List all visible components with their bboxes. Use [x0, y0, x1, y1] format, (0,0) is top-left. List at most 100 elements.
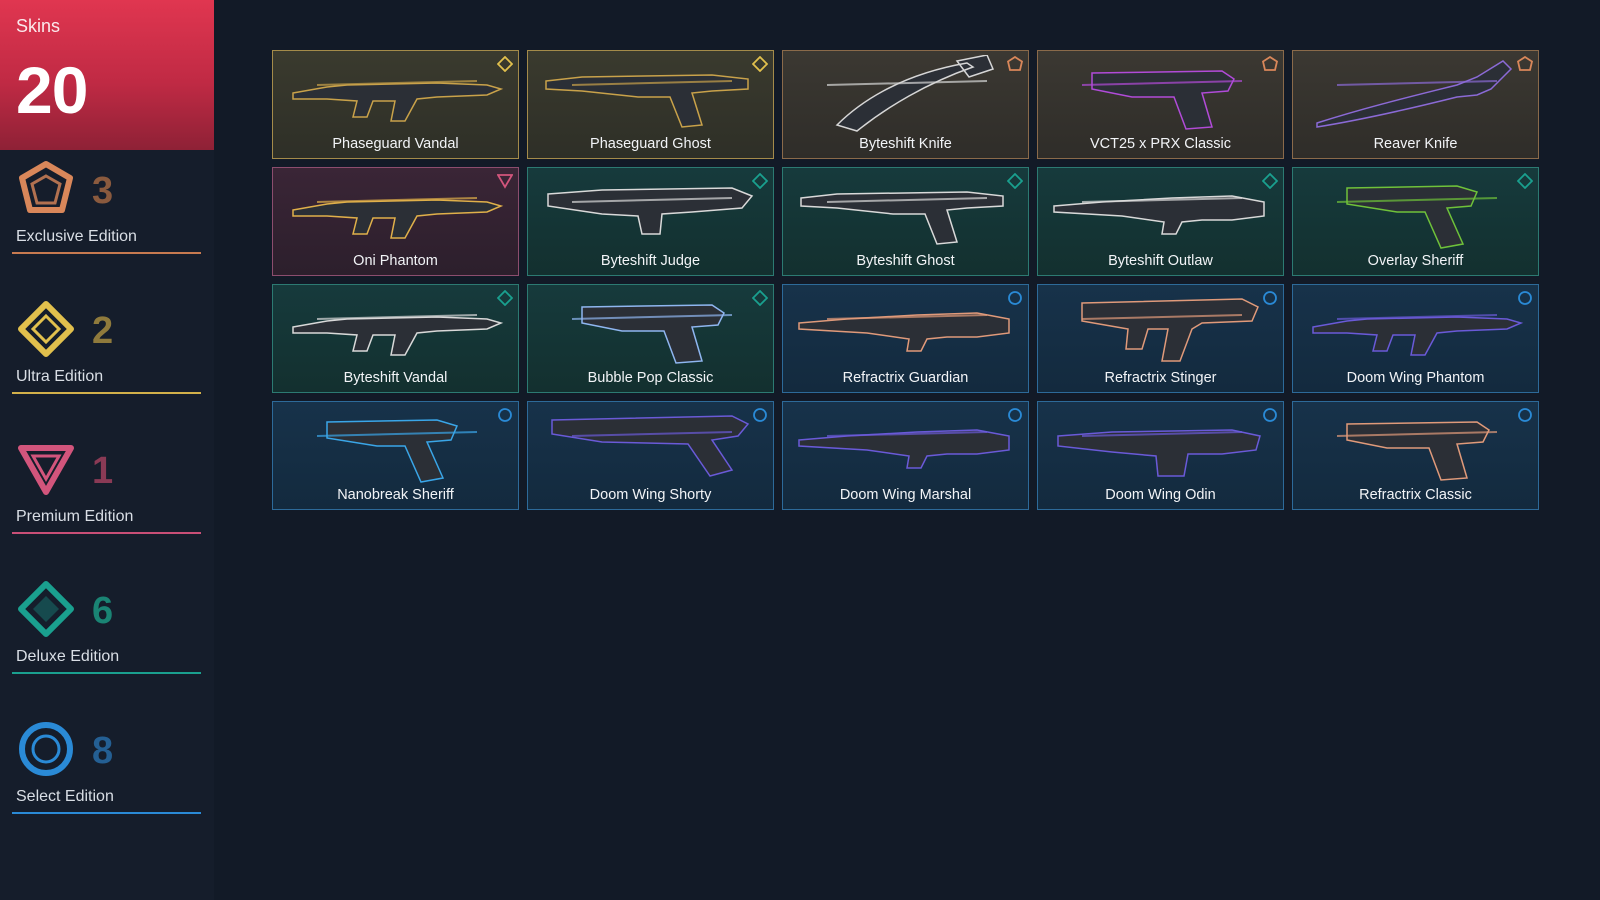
skin-name: Refractrix Classic	[1359, 487, 1472, 503]
skin-card[interactable]: Phaseguard Vandal	[272, 50, 519, 159]
weapon-image	[292, 80, 504, 122]
deluxe-edition-icon	[1007, 173, 1023, 189]
select-edition-icon	[1263, 408, 1277, 422]
skin-name: Reaver Knife	[1373, 136, 1458, 152]
skin-card[interactable]: Oni Phantom	[272, 167, 519, 276]
deluxe-edition-icon	[752, 290, 768, 306]
weapon-image	[1057, 429, 1261, 477]
tier-divider	[12, 392, 201, 394]
skin-card[interactable]: Doom Wing Shorty	[527, 401, 774, 510]
weapon-image	[292, 197, 504, 239]
ultra-edition-icon	[18, 301, 74, 357]
tier-divider	[12, 672, 201, 674]
weapon-image	[292, 314, 504, 356]
skin-card[interactable]: Refractrix Stinger	[1037, 284, 1284, 393]
weapon-image	[1312, 314, 1524, 356]
tier-count: 2	[92, 310, 114, 352]
weapon-image	[545, 74, 749, 128]
select-edition-icon	[1518, 408, 1532, 422]
deluxe-edition-icon	[1262, 173, 1278, 189]
skin-name: Byteshift Judge	[600, 253, 701, 269]
tier-count: 1	[92, 450, 114, 492]
weapon-image	[1053, 195, 1265, 235]
skin-name: Oni Phantom	[353, 253, 438, 269]
skin-card[interactable]: Refractrix Classic	[1292, 401, 1539, 510]
tier-label: Premium Edition	[16, 508, 134, 525]
weapon-image	[571, 304, 733, 364]
exclusive-edition-icon	[1517, 56, 1533, 71]
deluxe-edition-icon	[1517, 173, 1533, 189]
exclusive-edition-icon	[1262, 56, 1278, 71]
weapon-image	[1336, 185, 1498, 249]
select-edition-icon	[1008, 408, 1022, 422]
tier-divider	[12, 532, 201, 534]
exclusive-edition-icon	[1007, 56, 1023, 71]
skin-name: Byteshift Vandal	[343, 370, 448, 386]
deluxe-edition-icon	[18, 581, 74, 637]
skin-grid: Phaseguard Vandal Phaseguard Ghost Byteshi…	[272, 50, 1539, 510]
weapon-image	[826, 55, 995, 132]
tier-label: Ultra Edition	[16, 368, 104, 385]
exclusive-edition-icon	[19, 161, 73, 213]
tier-select[interactable]: 8 Select Edition	[12, 720, 201, 820]
skin-card[interactable]: Byteshift Knife	[782, 50, 1029, 159]
weapon-image	[547, 187, 754, 235]
skin-card[interactable]: Byteshift Outlaw	[1037, 167, 1284, 276]
select-edition-icon	[753, 408, 767, 422]
weapon-image	[800, 191, 1004, 245]
weapon-image	[551, 415, 750, 477]
skin-card[interactable]: Doom Wing Phantom	[1292, 284, 1539, 393]
weapon-image	[1336, 421, 1498, 481]
ultra-edition-icon	[497, 56, 513, 72]
skin-card[interactable]: Refractrix Guardian	[782, 284, 1029, 393]
skins-total-card: Skins 20	[0, 0, 214, 150]
skin-card[interactable]: Byteshift Vandal	[272, 284, 519, 393]
skin-card[interactable]: VCT25 x PRX Classic	[1037, 50, 1284, 159]
skins-total-label: Skins	[16, 16, 61, 36]
skin-card[interactable]: Nanobreak Sheriff	[272, 401, 519, 510]
skin-card[interactable]: Bubble Pop Classic	[527, 284, 774, 393]
skin-card[interactable]: Byteshift Judge	[527, 167, 774, 276]
skin-name: Doom Wing Phantom	[1346, 370, 1485, 386]
weapon-image	[1316, 60, 1513, 128]
tier-label: Exclusive Edition	[16, 228, 137, 245]
premium-edition-icon	[497, 174, 513, 189]
tier-deluxe[interactable]: 6 Deluxe Edition	[12, 580, 201, 680]
premium-edition-icon	[18, 445, 74, 495]
skin-name: Byteshift Ghost	[856, 253, 955, 269]
skin-name: Doom Wing Marshal	[839, 487, 972, 503]
skin-name: Byteshift Outlaw	[1108, 253, 1213, 269]
skin-name: Doom Wing Odin	[1105, 487, 1216, 503]
tier-exclusive[interactable]: 3 Exclusive Edition	[12, 160, 201, 260]
skin-card[interactable]: Doom Wing Odin	[1037, 401, 1284, 510]
weapon-image	[1081, 70, 1243, 130]
weapon-image	[1081, 298, 1259, 362]
skin-card[interactable]: Phaseguard Ghost	[527, 50, 774, 159]
deluxe-edition-icon	[497, 290, 513, 306]
skin-name: Bubble Pop Classic	[587, 370, 714, 386]
skin-card[interactable]: Byteshift Ghost	[782, 167, 1029, 276]
tier-ultra[interactable]: 2 Ultra Edition	[12, 300, 201, 400]
skin-card[interactable]: Overlay Sheriff	[1292, 167, 1539, 276]
tier-divider	[12, 812, 201, 814]
skin-name: Refractrix Stinger	[1104, 370, 1217, 386]
skin-name: VCT25 x PRX Classic	[1089, 136, 1231, 152]
skin-name: Nanobreak Sheriff	[337, 487, 454, 503]
select-edition-icon	[498, 408, 512, 422]
weapon-image	[798, 312, 1010, 352]
weapon-image	[798, 429, 1010, 469]
skin-name: Overlay Sheriff	[1367, 253, 1464, 269]
select-edition-icon	[19, 722, 73, 776]
select-edition-icon	[1263, 291, 1277, 305]
skin-card[interactable]: Doom Wing Marshal	[782, 401, 1029, 510]
select-edition-icon	[1518, 291, 1532, 305]
tier-divider	[12, 252, 201, 254]
deluxe-edition-icon	[752, 173, 768, 189]
sidebar: Skins 20 3 Exclusive Edition 2 Ultra Edi…	[0, 0, 214, 900]
tier-count: 3	[92, 170, 114, 212]
tier-count: 6	[92, 590, 114, 632]
tier-count: 8	[92, 730, 114, 772]
tier-premium[interactable]: 1 Premium Edition	[12, 440, 201, 540]
skin-card[interactable]: Reaver Knife	[1292, 50, 1539, 159]
select-edition-icon	[1008, 291, 1022, 305]
